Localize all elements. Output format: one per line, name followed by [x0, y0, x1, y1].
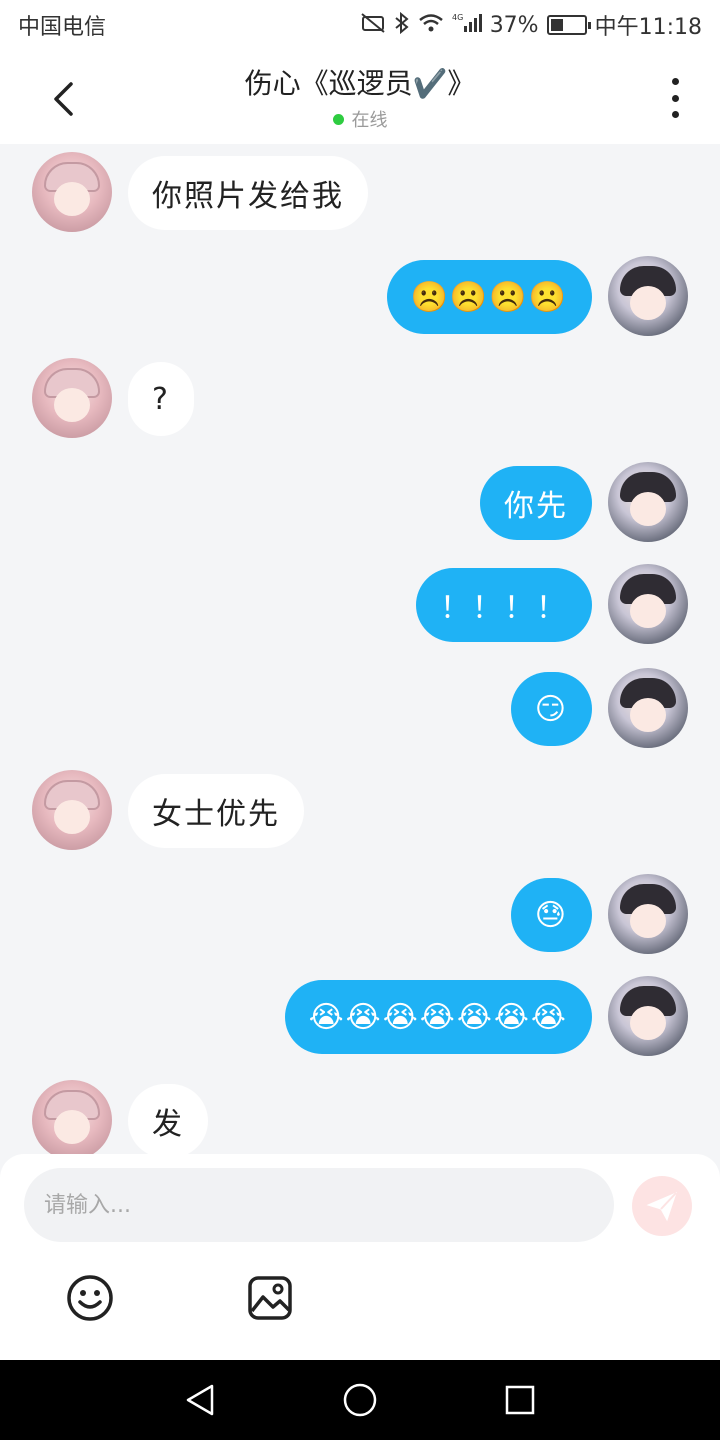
- system-nav-bar: [0, 1360, 720, 1440]
- title-block: 伤心《巡逻员✔️》 在线: [0, 62, 720, 132]
- nav-recents-button[interactable]: [502, 1382, 538, 1418]
- self-avatar[interactable]: [608, 256, 688, 336]
- sent-message-bubble[interactable]: 😏: [510, 672, 592, 746]
- sent-message-bubble[interactable]: ☹️☹️☹️☹️: [386, 260, 592, 334]
- message-row: 😓: [0, 874, 720, 954]
- triangle-back-icon: [186, 1384, 214, 1416]
- signal-icon: 4G: [452, 12, 482, 39]
- message-text: 女士优先: [152, 797, 280, 832]
- chat-header: 伤心《巡逻员✔️》 在线: [0, 50, 720, 144]
- message-list[interactable]: 你照片发给我 ☹️☹️☹️☹️? 你先 ！！！！ 😏 女士优先 😓 😭😭😭😭😭😭😭 发: [0, 144, 720, 1154]
- message-row: 发: [0, 1080, 720, 1154]
- message-row: 😭😭😭😭😭😭😭: [0, 976, 720, 1056]
- message-row: 😏: [0, 668, 720, 748]
- online-dot-icon: [332, 113, 344, 125]
- self-avatar[interactable]: [608, 564, 688, 644]
- message-text: ?: [152, 381, 170, 417]
- online-status: 在线: [0, 106, 720, 132]
- message-row: ！！！！: [0, 564, 720, 644]
- chat-title: 伤心《巡逻员✔️》: [244, 67, 476, 100]
- self-avatar[interactable]: [608, 462, 688, 542]
- image-icon: [248, 1276, 292, 1320]
- send-button[interactable]: [632, 1176, 692, 1236]
- message-text: 😓: [534, 897, 568, 933]
- self-avatar[interactable]: [608, 668, 688, 748]
- svg-text:4G: 4G: [452, 13, 463, 22]
- message-row: ☹️☹️☹️☹️: [0, 256, 720, 336]
- image-button[interactable]: [246, 1274, 294, 1322]
- received-message-bubble[interactable]: 发: [128, 1084, 208, 1154]
- received-message-bubble[interactable]: ?: [128, 362, 194, 436]
- contact-avatar[interactable]: [32, 770, 112, 850]
- received-message-bubble[interactable]: 你照片发给我: [128, 156, 368, 230]
- sent-message-bubble[interactable]: 😓: [510, 878, 592, 952]
- battery-percent: 37%: [489, 12, 539, 38]
- message-text: 你先: [504, 489, 568, 524]
- contact-avatar[interactable]: [32, 358, 112, 438]
- sent-message-bubble[interactable]: ！！！！: [416, 568, 592, 642]
- contact-avatar[interactable]: [32, 1080, 112, 1154]
- message-text: 😭😭😭😭😭😭😭: [308, 999, 568, 1035]
- received-message-bubble[interactable]: 女士优先: [128, 774, 304, 848]
- emoji-button[interactable]: [66, 1274, 114, 1322]
- nav-back-button[interactable]: [182, 1382, 218, 1418]
- message-row: 女士优先: [0, 770, 720, 850]
- no-sim-data-icon: [360, 12, 386, 39]
- sent-message-bubble[interactable]: 你先: [480, 466, 592, 540]
- more-options-button[interactable]: [660, 78, 690, 118]
- status-icons: 4G 37% 中午11:18: [360, 9, 702, 41]
- message-text: 发: [152, 1107, 184, 1142]
- wifi-icon: [418, 13, 444, 38]
- message-text: ！！！！: [440, 591, 568, 626]
- message-input[interactable]: [24, 1168, 614, 1242]
- send-icon: [646, 1192, 677, 1222]
- more-vert-icon: [671, 78, 679, 85]
- square-recents-icon: [505, 1385, 535, 1415]
- self-avatar[interactable]: [608, 976, 688, 1056]
- composer: [0, 1154, 720, 1360]
- message-row: ?: [0, 358, 720, 438]
- online-status-label: 在线: [351, 110, 388, 131]
- message-row: 你照片发给我: [0, 152, 720, 232]
- clock: 中午11:18: [594, 15, 702, 40]
- message-text: 😏: [534, 691, 568, 727]
- self-avatar[interactable]: [608, 874, 688, 954]
- nav-home-button[interactable]: [342, 1382, 378, 1418]
- bluetooth-icon: [394, 11, 410, 39]
- smiley-icon: [67, 1275, 113, 1321]
- sent-message-bubble[interactable]: 😭😭😭😭😭😭😭: [284, 980, 592, 1054]
- status-bar: 中国电信 4G 37% 中午11:18: [0, 0, 720, 50]
- carrier-label: 中国电信: [18, 15, 107, 40]
- message-row: 你先: [0, 462, 720, 542]
- contact-avatar[interactable]: [32, 152, 112, 232]
- message-text: ☹️☹️☹️☹️: [410, 279, 568, 315]
- circle-home-icon: [343, 1383, 377, 1417]
- message-text: 你照片发给我: [152, 179, 344, 214]
- battery-icon: [546, 15, 591, 35]
